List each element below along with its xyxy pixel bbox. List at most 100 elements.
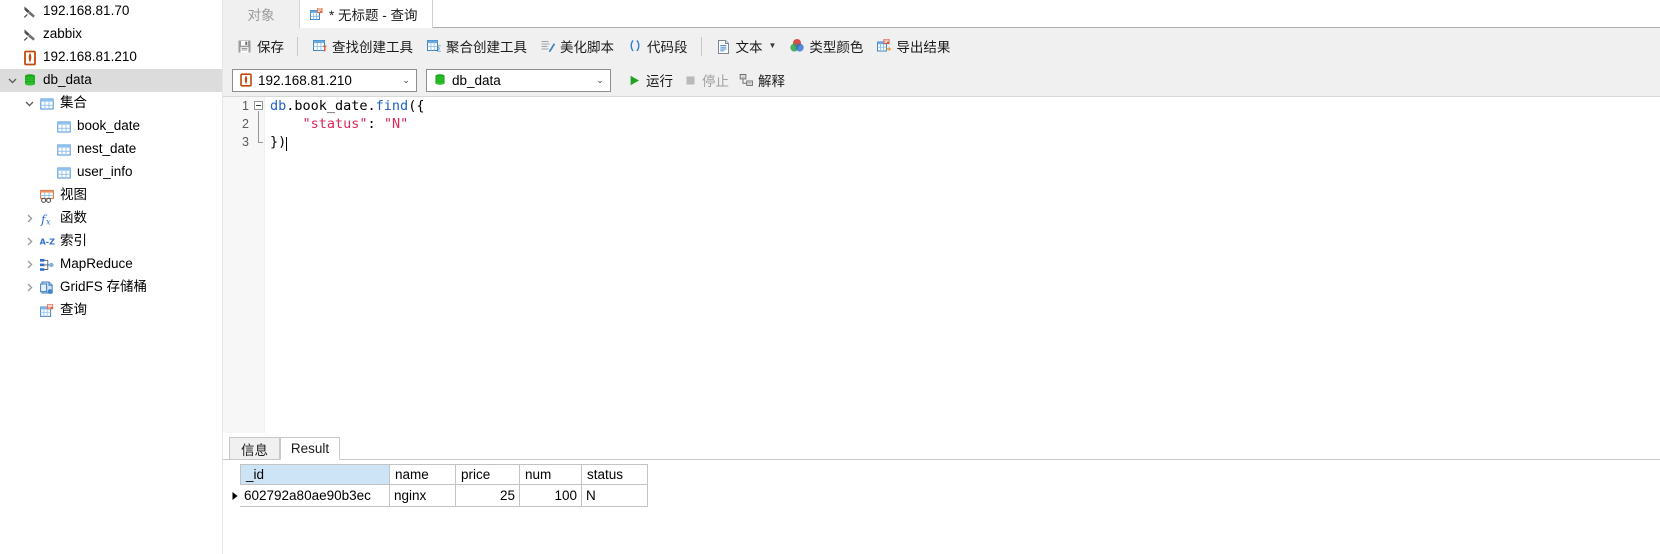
tree-item-MapReduce[interactable]: MapReduce	[0, 253, 222, 276]
tab-result-label: Result	[290, 441, 330, 456]
line-number: 3	[242, 135, 249, 149]
chevron-down-icon[interactable]	[4, 75, 20, 86]
chevron-right-icon[interactable]	[21, 213, 37, 224]
connection-value: 192.168.81.210	[258, 72, 352, 88]
tree-item-zabbix[interactable]: zabbix	[0, 23, 222, 46]
tree-item-label: GridFS 存储桶	[60, 279, 148, 295]
code-text: "status": "N"	[270, 115, 409, 133]
code-token: })	[270, 134, 287, 150]
result-grid[interactable]: _id name price num status 602792a80ae90b3ec n…	[230, 464, 650, 507]
find-builder-button[interactable]: 查找创建工具	[305, 33, 419, 59]
save-icon	[236, 38, 253, 55]
tree-item-label: MapReduce	[60, 256, 133, 272]
stop-label: 停止	[702, 74, 729, 89]
tree-item-函数[interactable]: f x 函数	[0, 207, 222, 230]
tab-query-label: * 无标题 - 查询	[329, 8, 418, 23]
connection-select[interactable]: 192.168.81.210 ⌄	[232, 68, 417, 92]
chevron-right-icon[interactable]	[21, 259, 37, 270]
result-tab-strip: 信息 Result	[223, 437, 1660, 460]
tree-item-nest_date[interactable]: nest_date	[0, 138, 222, 161]
query-code-editor[interactable]: 1 db.book_date.find({2 "status": "N" 3})	[223, 96, 1660, 433]
mapreduce-icon	[37, 257, 56, 273]
tab-objects-label: 对象	[247, 8, 275, 23]
database-value: db_data	[452, 72, 501, 88]
database-select[interactable]: db_data ⌄	[426, 68, 611, 92]
snippet-parentheses-icon	[626, 38, 643, 55]
tab-info[interactable]: 信息	[229, 437, 280, 460]
stop-icon	[683, 73, 698, 88]
tree-item-label: 函数	[60, 210, 87, 226]
code-token: "status"	[302, 116, 368, 132]
stop-button[interactable]: 停止	[678, 68, 734, 92]
aggregate-builder-button[interactable]: Σ 聚合创建工具	[419, 33, 533, 59]
tree-item-label: 192.168.81.210	[43, 49, 137, 65]
svg-text:A-Z: A-Z	[39, 237, 54, 246]
explain-button[interactable]: 解释	[734, 68, 790, 92]
play-icon	[627, 73, 642, 88]
toolbar-separator-2	[700, 36, 702, 56]
code-snippet-button[interactable]: 代码段	[620, 33, 694, 59]
navicat-query-window: 192.168.81.70 zabbix 192.168.81.210 db_data…	[0, 0, 1660, 554]
tree-item-192.168.81.210[interactable]: 192.168.81.210	[0, 46, 222, 69]
tree-item-db_data[interactable]: db_data	[0, 69, 222, 92]
functions-icon: fx	[37, 211, 56, 227]
tree-item-集合[interactable]: 集合	[0, 92, 222, 115]
export-result-button[interactable]: 导出结果	[869, 33, 956, 59]
tree-item-book_date[interactable]: book_date	[0, 115, 222, 138]
tab-result[interactable]: Result	[280, 437, 340, 460]
mongodb-connection-icon	[20, 50, 39, 66]
tree-item-label: 查询	[60, 302, 87, 318]
connection-dropdown-caret-icon[interactable]: ⌄	[396, 75, 416, 86]
tree-item-查询[interactable]: 查询	[0, 299, 222, 322]
tree-item-192.168.81.70[interactable]: 192.168.81.70	[0, 0, 222, 23]
tree-item-GridFS-存储桶[interactable]: GridFS 存储桶	[0, 276, 222, 299]
column-header[interactable]: num	[520, 464, 582, 485]
column-header[interactable]: _id	[240, 464, 390, 485]
database-tree: 192.168.81.70 zabbix 192.168.81.210 db_data…	[0, 0, 222, 322]
tree-item-label: zabbix	[43, 26, 83, 42]
query-tab-icon	[309, 7, 324, 22]
type-color-button[interactable]: 类型颜色	[782, 33, 869, 59]
tree-item-user_info[interactable]: user_info	[0, 161, 222, 184]
column-header[interactable]: status	[582, 464, 648, 485]
line-number: 1	[242, 99, 249, 113]
run-label: 运行	[646, 74, 673, 89]
cell-num[interactable]: 100	[520, 485, 582, 507]
code-lines: 1 db.book_date.find({2 "status": "N" 3})	[223, 97, 1660, 151]
run-button[interactable]: 运行	[622, 68, 678, 92]
column-header[interactable]: name	[390, 464, 456, 485]
tree-item-label: 集合	[60, 95, 87, 111]
database-icon	[20, 73, 39, 89]
snippet-label: 代码段	[647, 40, 688, 55]
save-button[interactable]: 保存	[230, 33, 290, 59]
cell-price[interactable]: 25	[456, 485, 520, 507]
type-color-label: 类型颜色	[809, 40, 864, 55]
tree-item-label: 索引	[60, 233, 87, 249]
chevron-right-icon[interactable]	[21, 236, 37, 247]
result-grid-header: _id name price num status	[240, 464, 650, 485]
table-row[interactable]: 602792a80ae90b3ec nginx 25 100 N	[230, 485, 650, 507]
chevron-down-icon[interactable]	[21, 98, 37, 109]
text-view-button[interactable]: 文本 ▼	[709, 33, 783, 59]
chevron-right-icon[interactable]	[21, 282, 37, 293]
connection-broken-icon	[20, 4, 39, 20]
tab-info-label: 信息	[241, 442, 268, 458]
tab-objects[interactable]: 对象	[223, 0, 300, 28]
database-dropdown-caret-icon[interactable]: ⌄	[590, 75, 610, 86]
connection-broken-icon	[20, 27, 39, 43]
code-token: "N"	[383, 116, 409, 132]
tree-item-视图[interactable]: 视图	[0, 184, 222, 207]
tree-item-label: 192.168.81.70	[43, 3, 130, 19]
tab-query[interactable]: * 无标题 - 查询	[300, 0, 433, 28]
tree-item-label: 视图	[60, 187, 87, 203]
column-header[interactable]: price	[456, 464, 520, 485]
beautify-script-button[interactable]: 美化脚本	[533, 33, 620, 59]
text-label: 文本	[735, 40, 763, 55]
tree-item-索引[interactable]: A-Z 索引	[0, 230, 222, 253]
cell-_id[interactable]: 602792a80ae90b3ec	[240, 485, 390, 507]
cell-name[interactable]: nginx	[390, 485, 456, 507]
text-dropdown-caret-icon[interactable]: ▼	[769, 42, 777, 50]
explain-icon	[739, 73, 754, 88]
cell-status[interactable]: N	[582, 485, 648, 507]
